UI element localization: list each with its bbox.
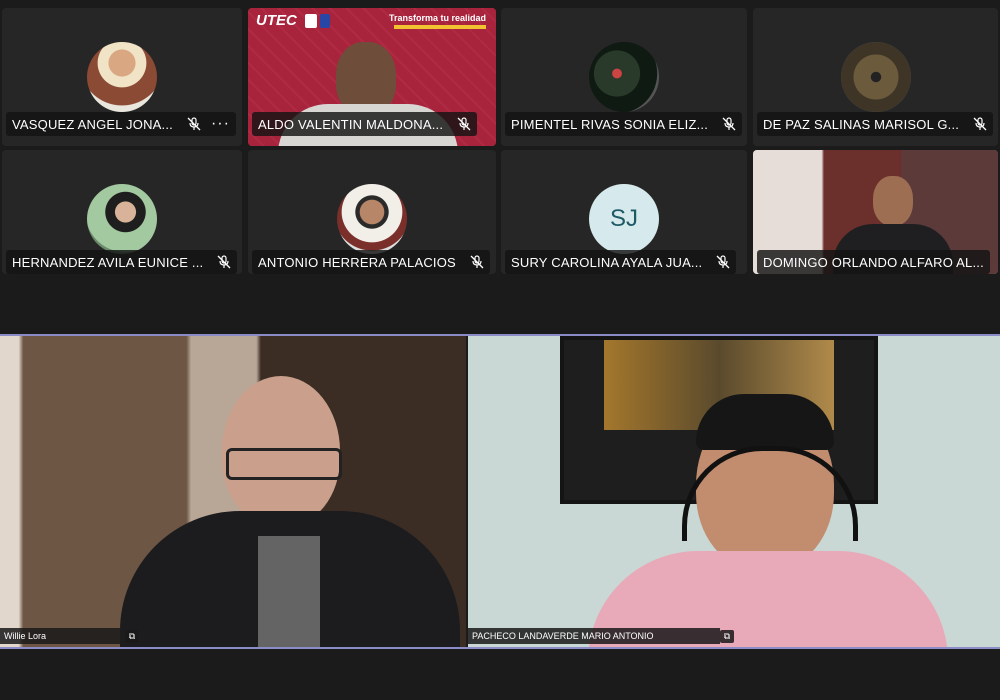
mic-muted-icon <box>187 117 201 131</box>
participant-name-tag: DOMINGO ORLANDO ALFARO AL... <box>757 250 990 274</box>
participant-name: SURY CAROLINA AYALA JUA... <box>511 254 703 270</box>
participant-tile-4[interactable]: DE PAZ SALINAS MARISOL G... <box>753 8 998 146</box>
person-head <box>873 176 913 226</box>
participant-tile-6[interactable]: ANTONIO HERRERA PALACIOS <box>248 150 496 274</box>
seal-icon <box>305 14 317 28</box>
participant-name-tag: PACHECO LANDAVERDE MARIO ANTONIO <box>468 628 720 644</box>
avatar <box>87 42 157 112</box>
participant-name-tag: SURY CAROLINA AYALA JUA... <box>505 250 737 274</box>
participant-tile-1[interactable]: VASQUEZ ANGEL JONA... ··· <box>2 8 242 146</box>
participant-name-tag: DE PAZ SALINAS MARISOL G... <box>757 112 994 136</box>
mic-muted-icon <box>217 255 231 269</box>
participant-tile-8[interactable]: DOMINGO ORLANDO ALFARO AL... <box>753 150 998 274</box>
participant-name: DE PAZ SALINAS MARISOL G... <box>763 116 960 132</box>
participant-tile-5[interactable]: HERNANDEZ AVILA EUNICE ... <box>2 150 242 274</box>
participant-tile-2[interactable]: UTEC Transforma tu realidad ALDO VALENTI… <box>248 8 496 146</box>
utec-logo: UTEC <box>256 12 297 29</box>
participant-name: VASQUEZ ANGEL JONA... <box>12 116 173 132</box>
spotlight-tile-1[interactable]: Willie Lora ⧉ <box>0 336 466 648</box>
banner-stripe <box>394 25 486 29</box>
participant-name-tag: ANTONIO HERRERA PALACIOS <box>252 250 490 274</box>
participant-tile-7[interactable]: SJ SURY CAROLINA AYALA JUA... <box>501 150 747 274</box>
avatar <box>87 184 157 254</box>
spotlight-divider-bottom <box>0 647 1000 649</box>
participant-name: ALDO VALENTIN MALDONA... <box>258 116 444 132</box>
person-shirt <box>258 536 320 648</box>
participant-name-tag: PIMENTEL RIVAS SONIA ELIZ... <box>505 112 743 136</box>
participant-name: DOMINGO ORLANDO ALFARO AL... <box>763 254 984 270</box>
mic-muted-icon <box>973 117 987 131</box>
participant-name: ANTONIO HERRERA PALACIOS <box>258 254 456 270</box>
mic-muted-icon <box>470 255 484 269</box>
avatar <box>589 42 659 112</box>
participant-name: Willie Lora <box>4 631 47 641</box>
banner-slogan: Transforma tu realidad <box>388 13 486 23</box>
mic-muted-icon <box>716 255 730 269</box>
more-options-icon[interactable]: ··· <box>211 115 230 133</box>
participant-name-tag: Willie Lora <box>0 628 120 644</box>
participant-tile-3[interactable]: PIMENTEL RIVAS SONIA ELIZ... <box>501 8 747 146</box>
mic-muted-icon <box>722 117 736 131</box>
avatar <box>337 184 407 254</box>
participant-name-tag: VASQUEZ ANGEL JONA... ··· <box>6 112 236 136</box>
eyeglasses <box>226 448 342 480</box>
spotlight-tile-2[interactable]: PACHECO LANDAVERDE MARIO ANTONIO ⧉ <box>468 336 1000 648</box>
pin-icon[interactable]: ⧉ <box>125 630 139 643</box>
initials-avatar: SJ <box>589 184 659 254</box>
participant-name: PACHECO LANDAVERDE MARIO ANTONIO <box>472 631 654 641</box>
avatar <box>840 42 911 112</box>
pin-icon[interactable]: ⧉ <box>720 630 734 643</box>
shield-icon <box>320 14 330 28</box>
mic-muted-icon <box>457 117 471 131</box>
participant-name: PIMENTEL RIVAS SONIA ELIZ... <box>511 116 709 132</box>
participant-name: HERNANDEZ AVILA EUNICE ... <box>12 254 204 270</box>
participant-name-tag: HERNANDEZ AVILA EUNICE ... <box>6 250 238 274</box>
participant-name-tag: ALDO VALENTIN MALDONA... <box>252 112 478 136</box>
person-hair <box>696 394 834 450</box>
